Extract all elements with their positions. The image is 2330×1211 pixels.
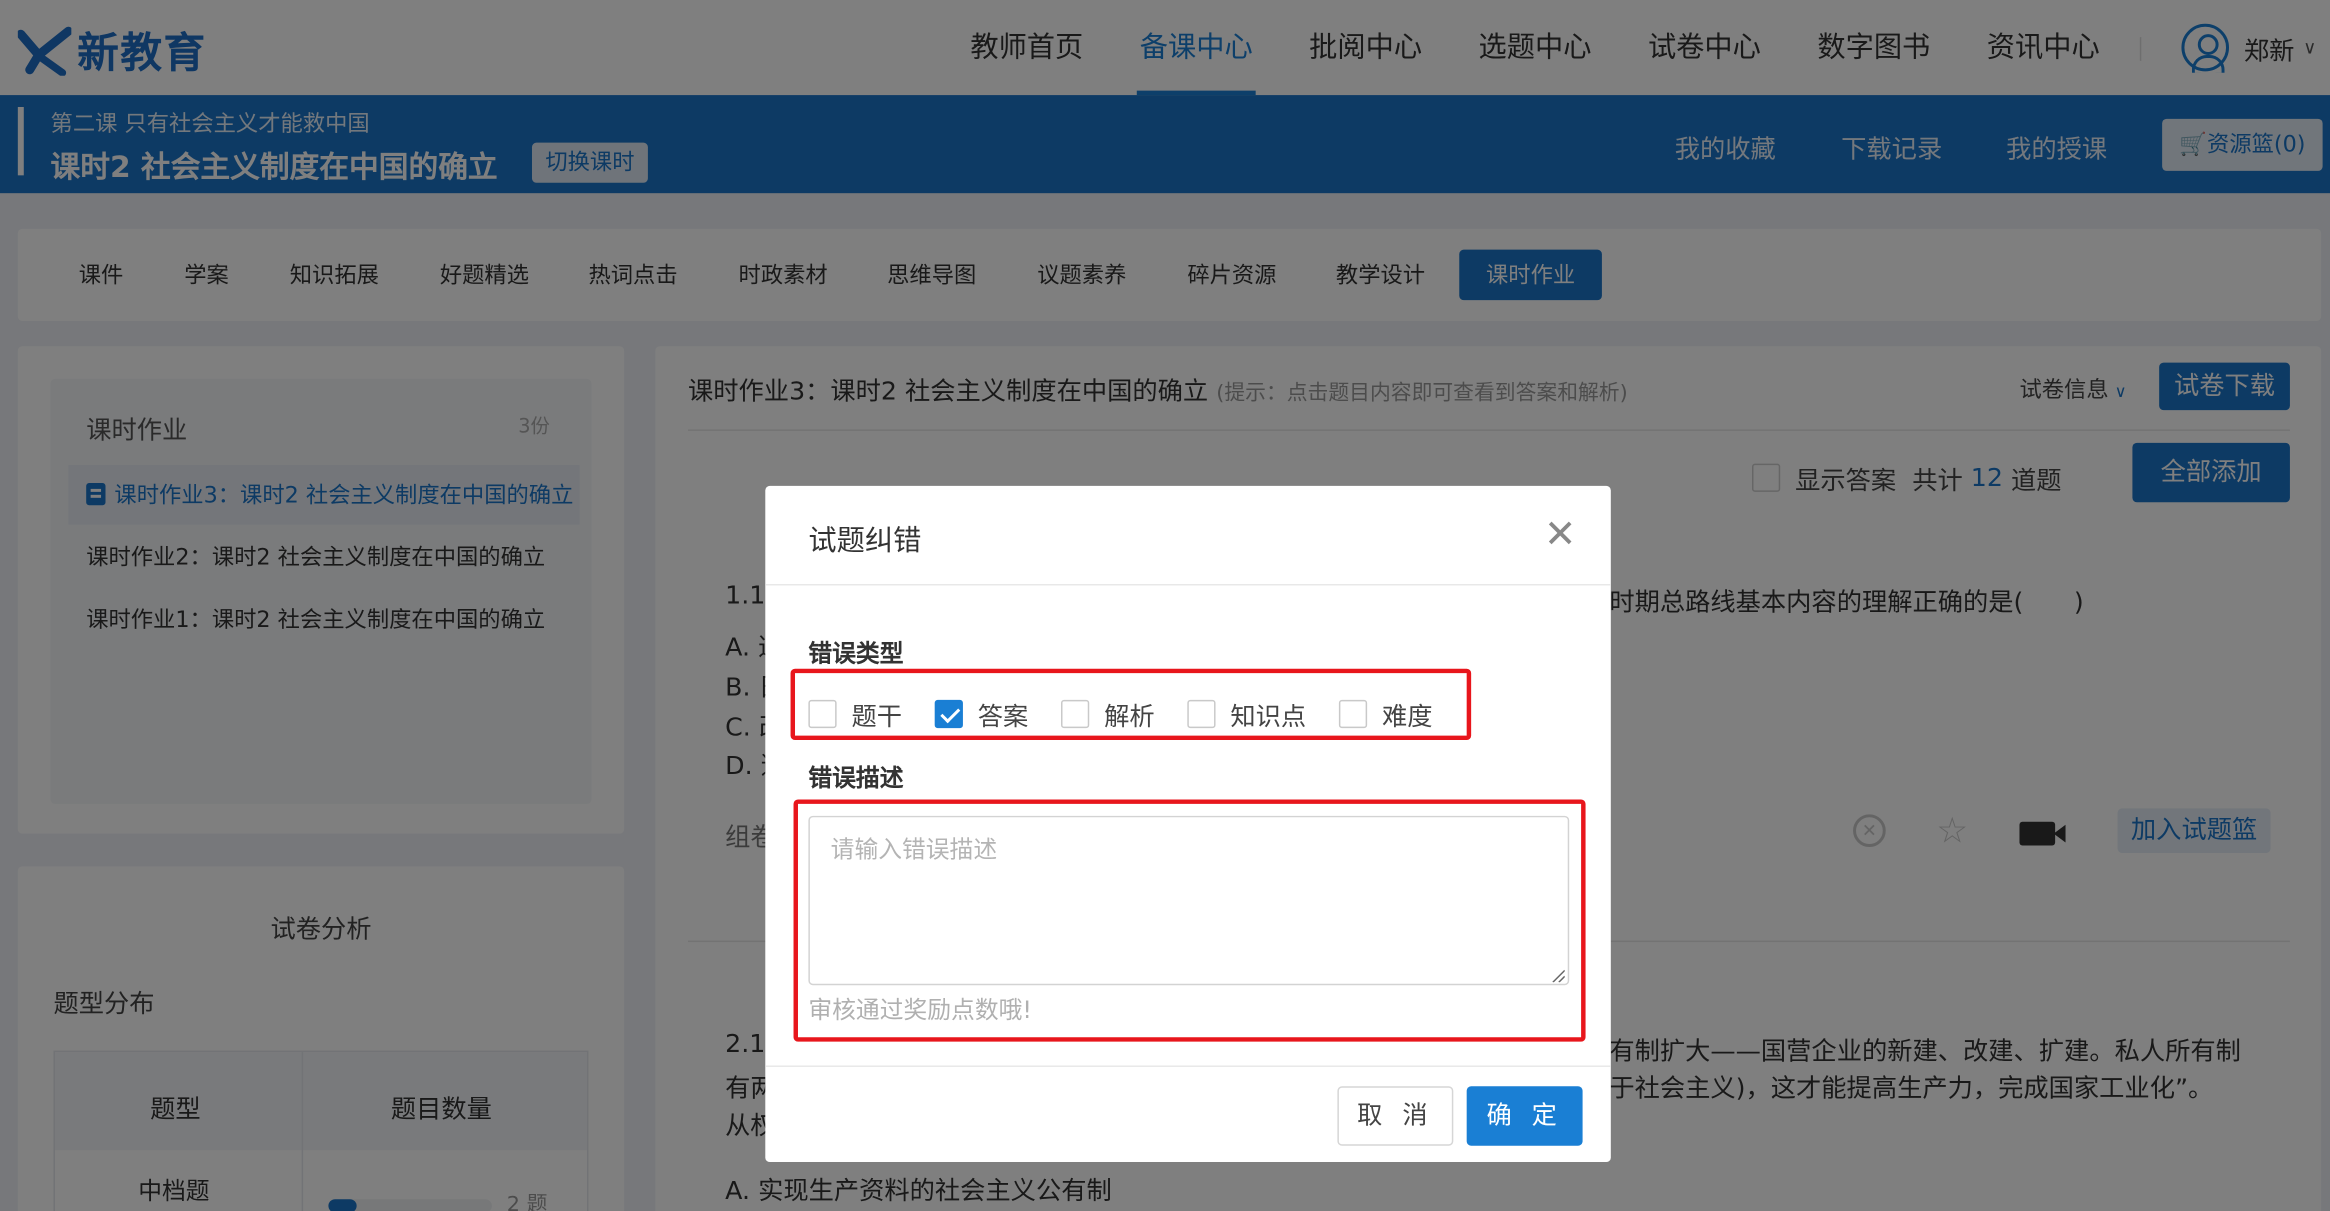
error-type-label: 错误类型 bbox=[808, 638, 904, 668]
error-desc-label: 错误描述 bbox=[808, 763, 904, 793]
dialog-divider bbox=[765, 583, 1611, 586]
error-desc-highlight bbox=[793, 799, 1586, 1042]
error-type-highlight bbox=[790, 668, 1472, 741]
cancel-button[interactable]: 取 消 bbox=[1337, 1086, 1454, 1146]
dialog-title: 试题纠错 bbox=[808, 524, 922, 558]
error-report-dialog: 试题纠错 ✕ 错误类型 题干 答案 解析 知识点 难度 错误描述 审核通过奖励点… bbox=[765, 485, 1611, 1163]
dialog-footer-divider bbox=[765, 1065, 1611, 1067]
close-icon[interactable]: ✕ bbox=[1544, 516, 1576, 555]
confirm-button[interactable]: 确 定 bbox=[1466, 1086, 1583, 1146]
